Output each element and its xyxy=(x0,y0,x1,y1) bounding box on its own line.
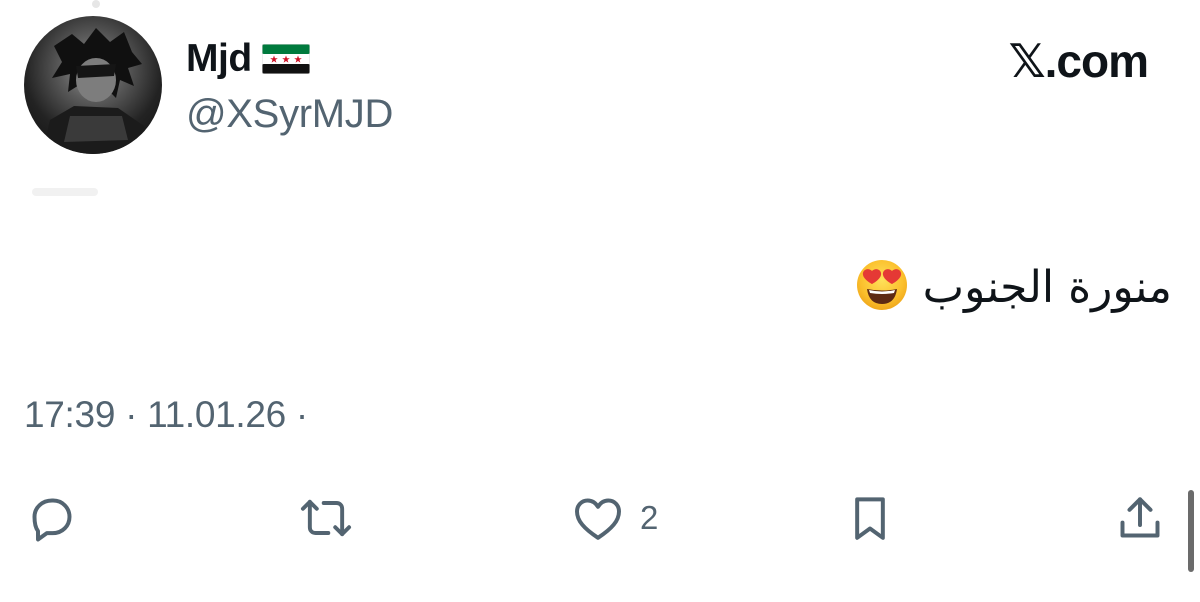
heart-icon xyxy=(570,490,626,546)
reply-icon xyxy=(24,490,80,546)
top-divider-dot xyxy=(92,0,100,8)
avatar-image xyxy=(42,28,150,154)
retweet-button[interactable] xyxy=(296,490,356,546)
bookmark-button[interactable] xyxy=(842,490,898,546)
tweet-text: منورة الجنوب xyxy=(922,261,1172,313)
retweet-icon xyxy=(296,490,356,546)
scrollbar[interactable] xyxy=(1188,490,1194,572)
tweet-body: منورة الجنوب xyxy=(855,252,1172,322)
syrian-flag-icon xyxy=(261,44,310,74)
heart-eyes-emoji-icon xyxy=(855,258,909,317)
avatar[interactable] xyxy=(24,16,162,154)
like-count: 2 xyxy=(640,499,659,536)
author-handle[interactable]: @XSyrMJD xyxy=(186,92,393,137)
reply-button[interactable] xyxy=(24,490,80,546)
display-name[interactable]: Mjd xyxy=(186,37,252,81)
share-button[interactable] xyxy=(1112,490,1168,546)
faint-artifact xyxy=(32,188,98,196)
brand-logo: 𝕏.com xyxy=(1008,35,1149,87)
author-name-row[interactable]: Mjd xyxy=(186,34,310,84)
tweet-timestamp[interactable]: 17:39 · 11.01.26 · xyxy=(24,394,308,436)
bookmark-icon xyxy=(842,490,898,546)
share-icon xyxy=(1112,490,1168,546)
like-button[interactable]: 2 xyxy=(570,490,658,546)
